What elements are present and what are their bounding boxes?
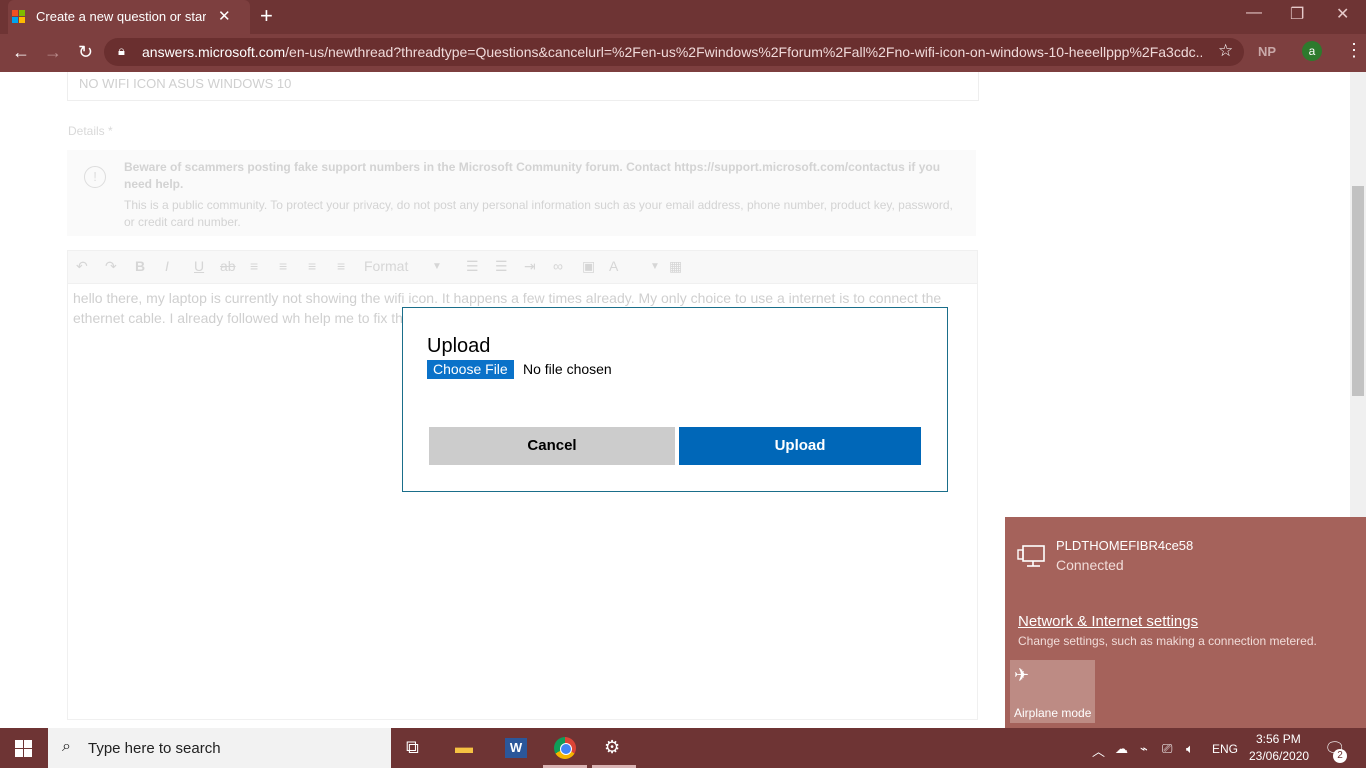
close-tab-icon[interactable]: ✕ [218,7,231,25]
bookmark-star-icon[interactable]: ☆ [1218,41,1233,61]
indent-icon[interactable]: ⇥ [524,258,536,275]
microsoft-logo-icon [12,10,26,24]
word-icon[interactable]: W [505,738,527,758]
bold-icon[interactable]: B [135,258,145,274]
task-view-icon[interactable]: ⧉ [406,737,419,758]
settings-gear-icon[interactable]: ⚙ [604,737,620,758]
question-title-value: NO WIFI ICON ASUS WINDOWS 10 [79,76,292,91]
text-color-chevron-icon[interactable]: ▼ [650,261,660,272]
search-icon: ⌕ [62,738,71,755]
clock-date[interactable]: 23/06/2020 [1249,749,1309,763]
scrollbar-thumb[interactable] [1352,186,1364,396]
url-text[interactable]: answers.microsoft.com/en-us/newthread?th… [142,44,1202,60]
details-label: Details * [68,124,113,138]
network-name[interactable]: PLDTHOMEFIBR4ce58 [1056,538,1193,553]
text-color-icon[interactable]: A [609,258,618,274]
power-icon[interactable]: ⌁ [1140,741,1148,757]
network-settings-link[interactable]: Network & Internet settings [1018,613,1198,630]
language-indicator[interactable]: ENG [1212,742,1238,756]
back-icon[interactable]: ← [12,42,30,63]
align-right-icon[interactable]: ≡ [308,258,316,274]
network-tray-icon[interactable]: ⎚ [1162,741,1172,757]
airplane-mode-label: Airplane mode [1014,706,1092,720]
align-center-icon[interactable]: ≡ [279,258,287,274]
italic-icon[interactable]: I [165,258,169,274]
minimize-icon[interactable]: — [1246,4,1262,22]
network-status: Connected [1056,557,1124,573]
forward-icon[interactable]: → [44,42,62,63]
airplane-icon: ✈︎ [1014,665,1030,685]
dialog-title: Upload [427,335,491,357]
menu-dots-icon[interactable]: ⋮ [1345,40,1363,61]
lock-icon[interactable]: 🔒︎ [118,43,125,59]
onedrive-cloud-icon[interactable]: ☁ [1115,741,1128,757]
strikethrough-icon[interactable]: ab [220,258,236,274]
align-left-icon[interactable]: ≡ [250,258,258,274]
chrome-icon-center [560,743,572,755]
image-icon[interactable]: ▣ [582,258,595,275]
upload-button[interactable]: Upload [679,427,921,465]
profile-avatar[interactable]: a [1302,41,1322,61]
extension-badge[interactable]: NP [1258,44,1276,59]
numbered-list-icon[interactable]: ☰ [495,258,508,275]
choose-file-button[interactable]: Choose File [427,360,514,379]
volume-icon[interactable]: 🔈︎ [1186,741,1194,757]
privacy-info-text: This is a public community. To protect y… [124,198,953,229]
reload-icon[interactable]: ↻ [78,42,93,63]
windows-start-icon[interactable] [15,740,32,757]
ethernet-icon [1017,545,1045,567]
justify-icon[interactable]: ≡ [337,258,345,274]
restore-icon[interactable]: ❐ [1290,4,1304,24]
notification-count-badge: 2 [1333,749,1347,763]
network-settings-description: Change settings, such as making a connec… [1018,634,1317,648]
table-icon[interactable]: ▦ [669,258,682,275]
underline-icon[interactable]: U [194,258,204,274]
redo-icon[interactable]: ↷ [105,258,117,275]
cancel-button[interactable]: Cancel [429,427,675,465]
clock-time[interactable]: 3:56 PM [1256,732,1301,746]
new-tab-icon[interactable]: + [260,3,273,29]
file-explorer-icon[interactable]: ▬ [455,737,473,758]
close-window-icon[interactable]: ✕ [1336,4,1349,24]
format-dropdown[interactable]: Format [364,258,408,274]
show-hidden-icons-chevron-icon[interactable]: ︿ [1092,741,1105,760]
format-chevron-icon[interactable]: ▼ [432,261,442,272]
bullet-list-icon[interactable]: ☰ [466,258,479,275]
search-placeholder: Type here to search [88,740,221,757]
undo-icon[interactable]: ↶ [76,258,88,275]
file-status: No file chosen [523,361,612,377]
link-icon[interactable]: ∞ [553,258,563,274]
scam-warning-text: Beware of scammers posting fake support … [124,160,941,191]
tab-title: Create a new question or start a d [36,9,206,24]
info-icon: ! [84,166,106,188]
